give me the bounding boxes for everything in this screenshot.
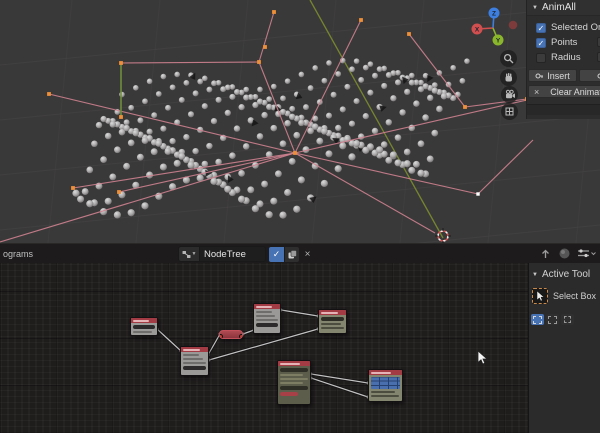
animall-panel-header[interactable]: ▼ AnimAll xyxy=(527,0,600,16)
node-n7[interactable] xyxy=(368,369,403,402)
node-n3[interactable] xyxy=(219,330,243,339)
active-tool-header[interactable]: ▼ Active Tool xyxy=(529,263,600,280)
node-tree-icon xyxy=(182,250,191,259)
node-tree-name-field[interactable]: NodeTree xyxy=(200,246,266,262)
node-n2[interactable] xyxy=(180,346,209,376)
clear-animation-button[interactable]: × Clear Animation xyxy=(528,85,600,98)
svg-text:X: X xyxy=(475,26,480,33)
node-links xyxy=(0,263,528,433)
points-checkbox[interactable]: ✓ xyxy=(536,38,546,48)
toggle-grid-icon[interactable] xyxy=(501,103,518,120)
panel-title: AnimAll xyxy=(542,2,576,13)
node-n4[interactable] xyxy=(253,303,281,334)
camera-view-icon[interactable] xyxy=(501,86,518,103)
key-plus-icon xyxy=(535,72,544,80)
browse-node-tree-button[interactable]: ▼ xyxy=(178,246,200,262)
x-icon: × xyxy=(534,87,539,97)
selected-only-checkbox[interactable]: ✓ xyxy=(536,23,546,33)
header-right-icons xyxy=(540,247,596,260)
key-x-icon xyxy=(597,72,600,80)
select-mode-extend-button[interactable] xyxy=(546,314,559,325)
chevron-down-icon: ▼ xyxy=(192,251,197,257)
active-tool-panel: ▼ Active Tool Select Box xyxy=(528,263,600,433)
select-box-tool[interactable]: Select Box xyxy=(532,288,600,304)
options-sliders-icon[interactable] xyxy=(577,247,596,260)
3d-scene[interactable]: Z X Y xyxy=(0,0,600,243)
node-n5[interactable] xyxy=(318,309,347,334)
copy-icon xyxy=(288,250,297,259)
insert-keyframes-button[interactable]: Insert xyxy=(528,69,577,82)
svg-text:Z: Z xyxy=(492,10,496,17)
selected-only-label: Selected Only xyxy=(551,22,600,33)
node-n1[interactable] xyxy=(130,317,158,336)
points-label: Points xyxy=(551,37,577,48)
unlink-button[interactable]: × xyxy=(301,247,314,262)
radius-checkbox[interactable] xyxy=(536,53,546,63)
select-box-label: Select Box xyxy=(553,291,596,301)
delete-keyframes-button[interactable] xyxy=(579,69,600,82)
collapse-triangle-icon: ▼ xyxy=(532,272,538,278)
matcap-sphere-icon[interactable] xyxy=(558,247,571,260)
fake-user-button[interactable]: ✓ xyxy=(269,247,284,262)
node-n6[interactable] xyxy=(277,360,311,405)
svg-text:Y: Y xyxy=(496,37,501,44)
select-mode-new-button[interactable] xyxy=(531,314,544,325)
collapse-triangle-icon: ▼ xyxy=(532,5,538,11)
blender-window: { "viewport": { "animall": { "title": "A… xyxy=(0,0,600,433)
node-editor-header: ograms ▼ NodeTree ✓ × xyxy=(0,243,600,265)
animall-panel: ▼ AnimAll ✓ Selected Only ✓ Points S Rad… xyxy=(526,0,600,119)
select-mode-buttons xyxy=(531,314,600,325)
back-arrow-icon[interactable] xyxy=(540,247,552,260)
node-canvas[interactable] xyxy=(0,263,528,433)
3d-viewport[interactable]: Z X Y ▼ AnimAll ✓ Selected Only ✓ xyxy=(0,0,600,243)
zoom-icon[interactable] xyxy=(500,50,517,67)
node-tree-selector: ▼ NodeTree ✓ × xyxy=(178,246,314,262)
collapsed-panel-strip[interactable] xyxy=(527,104,600,115)
pan-hand-icon[interactable] xyxy=(500,69,517,86)
node-editor: ograms ▼ NodeTree ✓ × xyxy=(0,243,600,433)
select-box-icon xyxy=(532,288,548,304)
radius-label: Radius xyxy=(551,52,581,63)
active-tool-title: Active Tool xyxy=(542,269,590,280)
workspace-text: ograms xyxy=(3,249,33,259)
new-datablock-button[interactable] xyxy=(285,247,299,262)
select-mode-subtract-button[interactable] xyxy=(561,314,574,325)
